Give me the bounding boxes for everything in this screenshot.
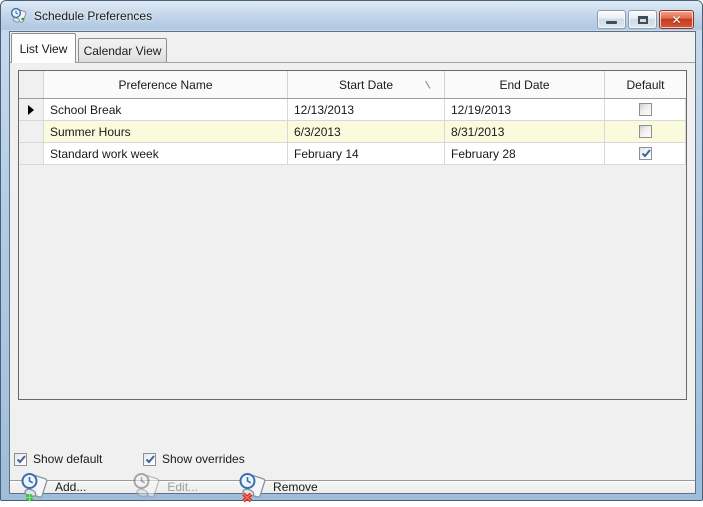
remove-button[interactable]: Remove [233,467,325,507]
cell-end-date: 12/19/2013 [445,99,605,120]
schedule-grid: Preference Name Start Date End Date Defa… [18,70,687,400]
default-checkbox[interactable] [639,147,652,160]
edit-schedule-icon [131,471,163,503]
table-row-school-break[interactable]: School Break 12/13/2013 12/19/2013 [19,99,686,121]
maximize-button[interactable] [628,10,657,29]
cell-default-checkbox[interactable] [605,121,686,142]
column-header-preference-name[interactable]: Preference Name [44,71,288,98]
cell-default-checkbox[interactable] [605,99,686,120]
row-selector-cell[interactable] [19,99,44,120]
row-selector-cell[interactable] [19,143,44,164]
bottom-toolbar: Add... Edit... [10,480,695,493]
tab-calendar-view[interactable]: Calendar View [78,38,167,63]
list-view-page: Preference Name Start Date End Date Defa… [10,62,695,493]
cell-start-date: 12/13/2013 [288,99,445,120]
show-default-filter[interactable]: Show default [14,452,102,466]
maximize-icon [638,16,648,24]
cell-start-date: February 14 [288,143,445,164]
column-header-label: Default [626,78,664,92]
minimize-button[interactable] [597,10,626,29]
show-overrides-label: Show overrides [162,452,245,466]
column-header-default[interactable]: Default [605,71,686,98]
cell-default-checkbox[interactable] [605,143,686,164]
remove-button-label: Remove [273,480,318,494]
window-frame: Schedule Preferences ✕ List View Calenda… [0,0,703,501]
edit-button[interactable]: Edit... [127,467,205,507]
close-button[interactable]: ✕ [659,10,694,29]
tab-calendar-view-label: Calendar View [84,44,162,58]
minimize-icon [606,21,617,24]
current-row-arrow-icon [28,105,34,115]
window-title: Schedule Preferences [34,9,152,23]
edit-button-label: Edit... [167,480,198,494]
add-button[interactable]: Add... [15,467,93,507]
close-icon: ✕ [671,13,681,27]
client-area: List View Calendar View Preference Name … [9,31,696,494]
tab-list-view-label: List View [20,42,68,56]
column-header-label: End Date [499,78,549,92]
schedule-app-icon [10,7,28,25]
tab-list-view[interactable]: List View [11,33,76,63]
add-button-label: Add... [55,480,86,494]
table-row-summer-hours[interactable]: Summer Hours 6/3/2013 8/31/2013 [19,121,686,143]
remove-schedule-icon [237,471,269,503]
default-checkbox[interactable] [639,125,652,138]
grid-corner-cell [19,71,44,98]
grid-header-row: Preference Name Start Date End Date Defa… [19,71,686,99]
cell-preference-name: Standard work week [44,143,288,164]
show-default-label: Show default [33,452,102,466]
add-schedule-icon [19,471,51,503]
show-default-checkbox[interactable] [14,453,27,466]
cell-preference-name: Summer Hours [44,121,288,142]
table-row-standard-work-week[interactable]: Standard work week February 14 February … [19,143,686,165]
show-overrides-checkbox[interactable] [143,453,156,466]
column-header-label: Start Date [339,78,393,92]
column-header-label: Preference Name [118,78,212,92]
cell-start-date: 6/3/2013 [288,121,445,142]
default-checkbox[interactable] [639,103,652,116]
cell-end-date: February 28 [445,143,605,164]
cell-end-date: 8/31/2013 [445,121,605,142]
column-header-end-date[interactable]: End Date [445,71,605,98]
cell-preference-name: School Break [44,99,288,120]
column-header-start-date[interactable]: Start Date [288,71,445,98]
sort-indicator-icon [424,80,432,90]
show-overrides-filter[interactable]: Show overrides [143,452,245,466]
row-selector-cell[interactable] [19,121,44,142]
titlebar[interactable]: Schedule Preferences ✕ [1,1,702,30]
